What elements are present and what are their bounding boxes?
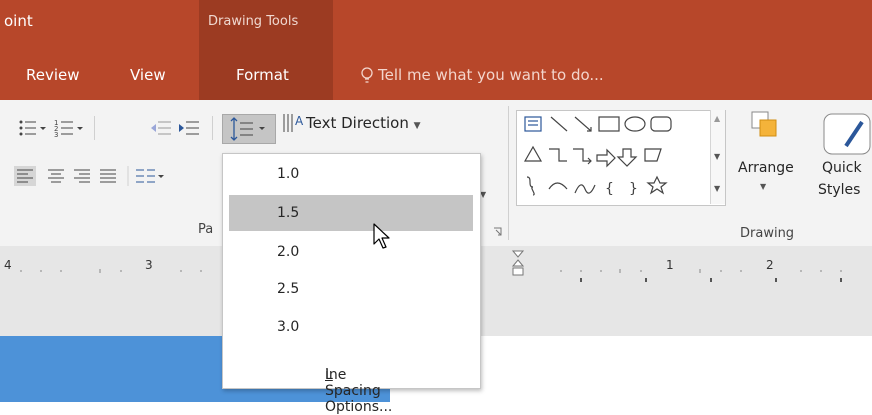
decrease-indent-icon bbox=[151, 121, 171, 135]
paragraph-group-label: Pa bbox=[198, 222, 214, 237]
svg-text:{: { bbox=[605, 181, 614, 197]
arrange-label: Arrange bbox=[738, 160, 794, 176]
context-group-label: Drawing Tools bbox=[208, 14, 299, 29]
line-spacing-option-1-5[interactable]: 1.5 bbox=[229, 195, 473, 231]
option-label: 3.0 bbox=[277, 319, 300, 335]
line-spacing-option-2-5[interactable]: 2.5 bbox=[229, 271, 473, 307]
justify-icon bbox=[100, 169, 116, 183]
bullets-button[interactable] bbox=[18, 118, 46, 138]
line-spacing-option-1-0[interactable]: 1.0 bbox=[229, 156, 473, 192]
option-label: 1.5 bbox=[277, 205, 300, 221]
indent-marker[interactable] bbox=[511, 250, 525, 284]
align-center-icon bbox=[48, 169, 64, 183]
ruler-label: 3 bbox=[145, 258, 153, 272]
align-right-icon bbox=[74, 169, 90, 183]
tell-me-box[interactable]: Tell me what you want to do... bbox=[360, 66, 604, 84]
shapes-gallery-icons: { } bbox=[523, 116, 672, 197]
separator bbox=[508, 106, 509, 240]
arrange-icon bbox=[751, 111, 777, 137]
ruler-label: 2 bbox=[766, 258, 774, 272]
drawing-group-label: Drawing bbox=[740, 226, 795, 241]
dialog-launcher-icon bbox=[494, 227, 502, 236]
scroll-down-icon[interactable]: ▼ bbox=[714, 152, 720, 161]
title-bar bbox=[0, 0, 872, 56]
text-direction-button[interactable]: Text Direction ▼ bbox=[306, 114, 421, 132]
bullet-list-icon bbox=[19, 120, 46, 136]
separator bbox=[94, 116, 95, 140]
numbering-button[interactable]: 1 2 3 bbox=[54, 118, 84, 139]
svg-text:3: 3 bbox=[54, 131, 58, 138]
line-spacing-option-3-0[interactable]: 3.0 bbox=[229, 309, 473, 345]
option-label-rest: ine Spacing Options... bbox=[325, 367, 393, 415]
styles-label: Styles bbox=[818, 182, 861, 198]
tab-view[interactable]: View bbox=[130, 66, 166, 84]
text-direction-label: Text Direction bbox=[306, 114, 409, 132]
app-title: oint bbox=[4, 12, 33, 30]
line-spacing-icon bbox=[230, 117, 265, 141]
option-label: 2.0 bbox=[277, 244, 300, 260]
quick-styles-icon bbox=[823, 113, 871, 155]
line-spacing-menu: 1.0 1.5 2.0 2.5 3.0 Line Spacing Options… bbox=[222, 153, 481, 415]
arrange-button[interactable]: Arrange ▼ bbox=[738, 110, 794, 220]
alignment-buttons bbox=[14, 166, 164, 186]
option-label: 1.0 bbox=[277, 166, 300, 182]
gallery-scrollbar[interactable]: ▲ ▼ ▼ bbox=[710, 110, 725, 204]
separator bbox=[212, 116, 213, 140]
lightbulb-icon bbox=[361, 67, 373, 83]
line-spacing-button[interactable] bbox=[222, 114, 276, 144]
gallery-more-icon[interactable]: ▼ bbox=[714, 184, 720, 193]
chevron-down-icon: ▼ bbox=[760, 182, 767, 191]
tell-me-text: Tell me what you want to do... bbox=[378, 66, 604, 84]
increase-indent-icon bbox=[179, 121, 199, 135]
paragraph-dialog-launcher[interactable] bbox=[493, 226, 503, 236]
align-left-icon bbox=[14, 166, 36, 186]
indent-marker-icon bbox=[511, 250, 525, 276]
line-spacing-options-item[interactable]: Line Spacing Options... bbox=[229, 347, 473, 415]
increase-indent-button[interactable] bbox=[178, 118, 200, 138]
scroll-up-icon[interactable]: ▲ bbox=[714, 114, 720, 123]
option-label: 2.5 bbox=[277, 281, 300, 297]
quick-label: Quick bbox=[822, 160, 862, 176]
columns-icon bbox=[136, 169, 164, 183]
line-spacing-option-2-0[interactable]: 2.0 bbox=[229, 234, 473, 270]
decrease-indent-button[interactable] bbox=[150, 118, 172, 138]
chevron-down-icon: ▼ bbox=[413, 121, 421, 131]
numbered-list-icon: 1 2 3 bbox=[54, 119, 83, 139]
svg-text:A: A bbox=[295, 114, 304, 128]
tab-format[interactable]: Format bbox=[236, 66, 289, 84]
quick-styles-button[interactable]: Quick Styles bbox=[816, 110, 872, 220]
shapes-gallery[interactable]: { } bbox=[516, 110, 726, 206]
svg-text:}: } bbox=[629, 181, 638, 197]
mouse-cursor-icon bbox=[372, 222, 394, 252]
tab-review[interactable]: Review bbox=[26, 66, 80, 84]
ruler-label: 4 bbox=[4, 258, 12, 272]
ruler-label: 1 bbox=[666, 258, 674, 272]
